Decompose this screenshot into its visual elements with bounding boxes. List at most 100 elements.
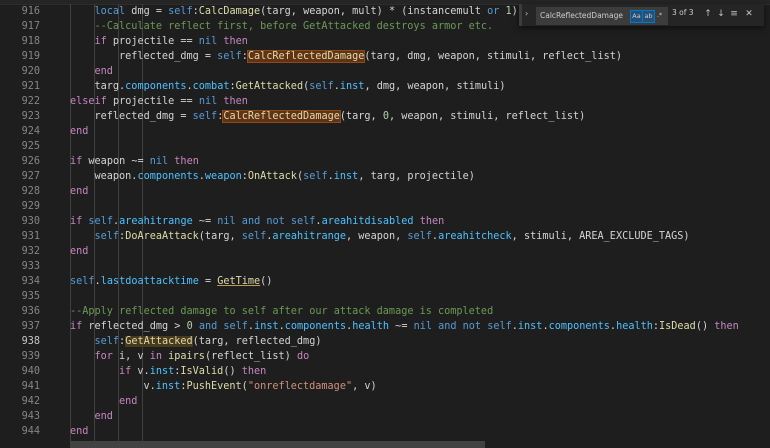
- line-number: 936: [21, 306, 40, 317]
- arrow-down-icon[interactable]: ↓: [715, 8, 727, 20]
- code-line[interactable]: 941 v.inst:PushEvent("onreflectdamage", v…: [0, 379, 770, 394]
- code-token: IsValid: [180, 366, 224, 377]
- code-line[interactable]: 937 if reflected_dmg > 0 and self.inst.co…: [0, 319, 770, 334]
- code-line[interactable]: 931 self:DoAreaAttack(targ, self.areahitr…: [0, 229, 770, 244]
- code-token: self: [217, 51, 242, 62]
- find-in-selection-icon[interactable]: ≡: [728, 8, 740, 20]
- match-count: 3 of 3: [672, 8, 694, 17]
- code-line[interactable]: 942 end: [0, 394, 770, 409]
- code-line[interactable]: 930 if self.areahitrange ~= nil and not s…: [0, 214, 770, 229]
- code-line[interactable]: 919 reflected_dmg = self:CalcReflectedDam…: [0, 49, 770, 64]
- code-text: end: [70, 184, 88, 199]
- code-text: local dmg = self:CalcDamage(targ, weapon…: [95, 4, 518, 19]
- code-token: inst: [517, 321, 543, 332]
- code-text: if v.inst:IsValid() then: [119, 364, 266, 379]
- code-token: then: [241, 366, 267, 377]
- code-token: self: [487, 321, 512, 332]
- code-token: then: [223, 96, 248, 107]
- code-token: inst: [254, 321, 279, 332]
- code-token: then: [223, 36, 248, 47]
- code-token: CalcReflectedDamage: [246, 50, 366, 63]
- code-line[interactable]: 922 elseif projectile == nil then: [0, 94, 770, 109]
- code-token: self: [407, 231, 432, 242]
- code-token: end: [94, 411, 113, 422]
- close-icon[interactable]: ✕: [743, 8, 755, 20]
- code-text: end: [70, 124, 88, 139]
- line-number: 928: [21, 186, 40, 197]
- code-text: end: [95, 64, 113, 79]
- code-token: components: [284, 321, 347, 332]
- code-token: self: [168, 6, 193, 17]
- line-number: 938: [21, 336, 40, 347]
- code-line[interactable]: 934 self.lastdoattacktime = GetTime(): [0, 274, 770, 289]
- code-token: projectile ==: [106, 36, 199, 47]
- code-line[interactable]: 926 if weapon ~= nil then: [0, 154, 770, 169]
- code-token: self: [70, 276, 95, 287]
- code-token: , weapon, stimuli, reflect_list): [388, 111, 586, 122]
- code-line[interactable]: 938 self:GetAttacked(targ, reflected_dmg): [0, 334, 770, 349]
- code-token: inst: [149, 366, 175, 377]
- line-number: 924: [21, 126, 40, 137]
- horizontal-scrollbar[interactable]: [70, 441, 485, 448]
- code-text: self.lastdoattacktime = GetTime(): [70, 274, 272, 289]
- line-number: 927: [21, 171, 40, 182]
- code-line[interactable]: 944 end: [0, 424, 770, 439]
- code-line[interactable]: 943 end: [0, 409, 770, 424]
- code-line[interactable]: 940 if v.inst:IsValid() then: [0, 364, 770, 379]
- code-token: nil: [217, 216, 236, 227]
- code-token: inst: [333, 171, 359, 182]
- code-token: ~=: [192, 216, 218, 227]
- arrow-up-icon[interactable]: ↑: [702, 8, 714, 20]
- find-widget: › CalcReflectedDamage Aa ab .* 3 of 3 ↑ …: [519, 4, 764, 26]
- code-token: if: [70, 156, 83, 167]
- find-input[interactable]: CalcReflectedDamage Aa ab .*: [536, 7, 668, 25]
- code-line[interactable]: 936 --Apply reflected damage to self afte…: [0, 304, 770, 319]
- code-token: end: [70, 246, 89, 257]
- code-token: CalcDamage: [198, 6, 261, 17]
- code-token: nil: [413, 321, 432, 332]
- code-token: (targ, weapon, mult) * (instancemult: [260, 6, 488, 17]
- code-line[interactable]: 925: [0, 139, 770, 154]
- code-line[interactable]: 921 targ.components.combat:GetAttacked(se…: [0, 79, 770, 94]
- code-line[interactable]: 935: [0, 289, 770, 304]
- code-line[interactable]: 928 end: [0, 184, 770, 199]
- code-token: reflected_dmg >: [82, 321, 187, 332]
- code-token: self: [241, 231, 267, 242]
- line-number: 929: [21, 201, 40, 212]
- code-token: OnAttack: [247, 171, 297, 182]
- code-token: inst: [339, 81, 365, 92]
- code-line[interactable]: 924 end: [0, 124, 770, 139]
- code-line[interactable]: 918 if projectile == nil then: [0, 34, 770, 49]
- line-number: 931: [21, 231, 40, 242]
- code-token: end: [94, 66, 113, 77]
- code-line[interactable]: 933: [0, 259, 770, 274]
- code-line[interactable]: 932 end: [0, 244, 770, 259]
- code-line[interactable]: 929: [0, 199, 770, 214]
- code-token: components: [548, 321, 610, 332]
- code-token: (): [260, 276, 273, 287]
- code-token: and not: [432, 321, 488, 332]
- line-number: 943: [21, 411, 40, 422]
- code-token: CalcReflectedDamage: [222, 110, 341, 123]
- code-token: =: [198, 276, 218, 287]
- code-token: (reflect_list): [204, 351, 297, 362]
- code-text: v.inst:PushEvent("onreflectdamage", v): [144, 379, 377, 394]
- code-token: v.: [143, 381, 156, 392]
- chevron-right-icon[interactable]: ›: [525, 9, 528, 18]
- code-text: self:DoAreaAttack(targ, self.areahitrang…: [95, 229, 690, 244]
- code-line[interactable]: 923 reflected_dmg = self:CalcReflectedDam…: [0, 109, 770, 124]
- code-text: weapon.components.weapon:OnAttack(self.i…: [95, 169, 475, 184]
- code-line[interactable]: 920 end: [0, 64, 770, 79]
- code-token: if: [119, 366, 132, 377]
- code-token: (targ,: [198, 231, 242, 242]
- code-token: areahitrange: [272, 231, 347, 242]
- code-text: for i, v in ipairs(reflect_list) do: [95, 349, 310, 364]
- code-token: PushEvent: [186, 381, 242, 392]
- code-token: and: [192, 321, 224, 332]
- code-editor[interactable]: 916 local dmg = self:CalcDamage(targ, wea…: [0, 4, 770, 448]
- code-token: end: [70, 186, 89, 197]
- regex-toggle[interactable]: .*: [654, 10, 665, 21]
- line-number: 919: [21, 51, 40, 62]
- code-line[interactable]: 939 for i, v in ipairs(reflect_list) do: [0, 349, 770, 364]
- code-line[interactable]: 927 weapon.components.weapon:OnAttack(sel…: [0, 169, 770, 184]
